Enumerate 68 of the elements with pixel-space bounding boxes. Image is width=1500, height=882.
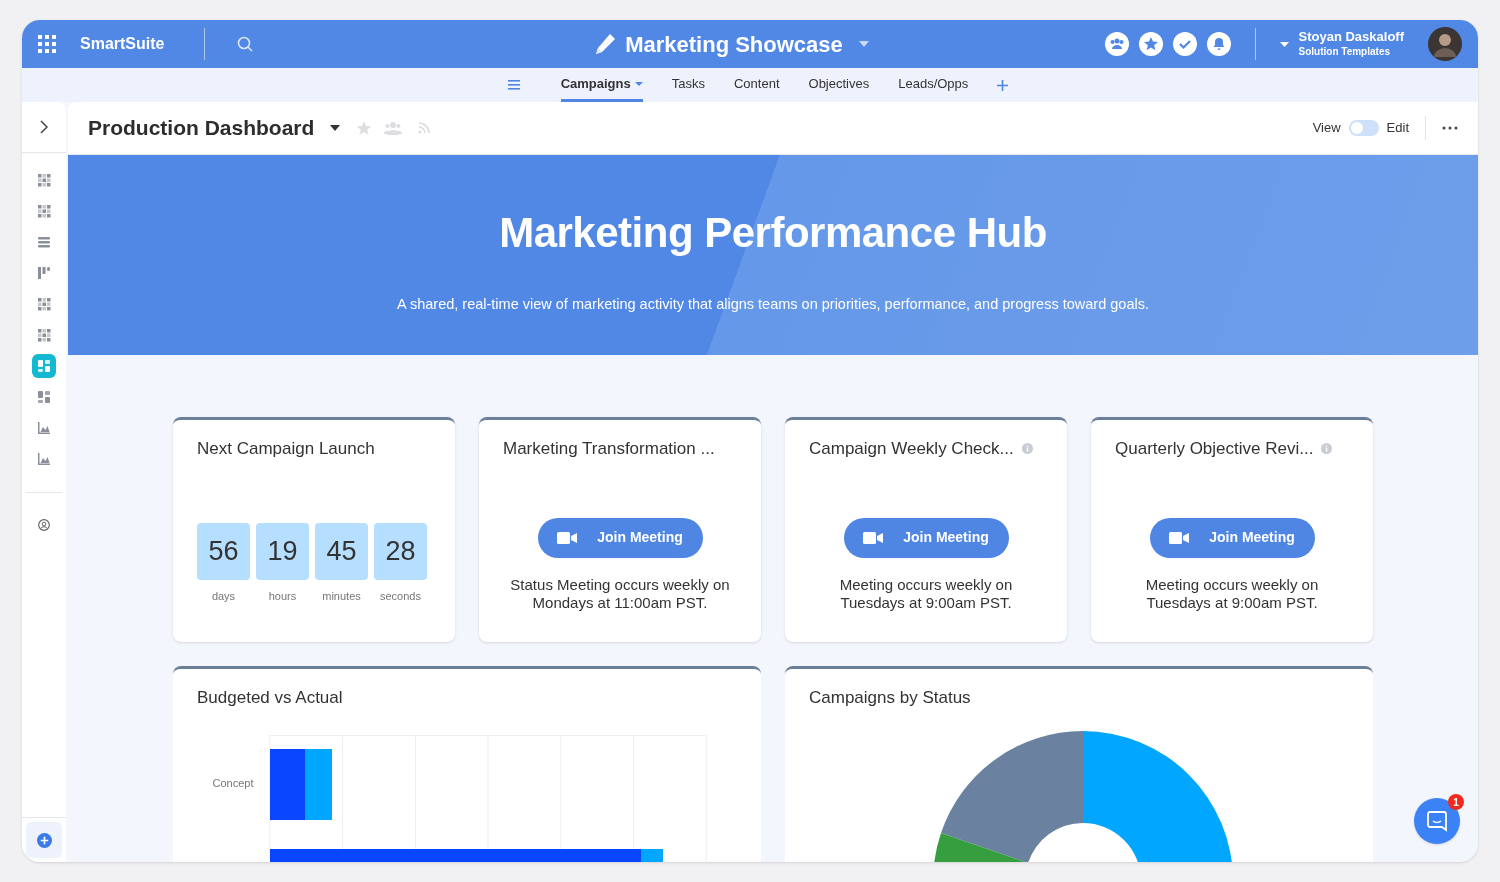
meeting-note: Meeting occurs weekly on Tuesdays at 9:00am PST.: [838, 575, 1014, 612]
chart-view-icon: [37, 452, 51, 466]
countdown-value: 19: [256, 522, 309, 580]
chart-bar: [270, 748, 305, 820]
lines-view-icon: [37, 235, 51, 249]
chart-view-icon: [37, 421, 51, 435]
check-icon[interactable]: [1172, 32, 1197, 56]
video-camera-icon: [1169, 531, 1190, 544]
chart-bar: [305, 748, 332, 820]
apps-grid-icon[interactable]: [38, 35, 56, 53]
add-icon[interactable]: [997, 79, 1009, 91]
user-name: Stoyan Daskaloff: [1298, 29, 1404, 44]
countdown-value: 28: [374, 522, 427, 580]
countdown-label: seconds: [380, 588, 421, 604]
module-tab[interactable]: Tasks: [671, 68, 705, 102]
join-meeting-button[interactable]: Join Meeting: [537, 517, 703, 558]
banner-title: Marketing Performance Hub: [499, 208, 1047, 258]
view-edit-toggle[interactable]: [1348, 120, 1379, 136]
countdown-label: minutes: [322, 588, 361, 604]
video-camera-icon: [863, 531, 884, 544]
card-title: Campaign Weekly Check...: [809, 438, 1014, 460]
card-title: Next Campaign Launch: [197, 438, 375, 460]
notification-badge: 1: [1448, 794, 1464, 810]
video-camera-icon: [557, 531, 578, 544]
grid-view-icon: [37, 204, 51, 218]
countdown-label: hours: [268, 588, 297, 604]
countdown-value: 45: [315, 522, 368, 580]
bar-label: Concept: [212, 775, 254, 791]
view-label: View: [1312, 119, 1341, 138]
module-tab[interactable]: Objectives: [808, 68, 870, 102]
people-icon[interactable]: [1104, 32, 1129, 56]
dashboard-view-icon: [37, 359, 51, 373]
meeting-note: Meeting occurs weekly on Tuesdays at 9:00am PST.: [1144, 575, 1320, 612]
module-tab[interactable]: Content: [733, 68, 780, 102]
countdown-label: days: [211, 588, 236, 604]
countdown-value: 56: [197, 522, 250, 580]
dashboard-view-icon: [37, 390, 51, 404]
caret-icon[interactable]: [330, 125, 341, 131]
grid-view-icon: [37, 328, 51, 342]
user-avatar[interactable]: [1428, 27, 1462, 61]
menu-icon[interactable]: [507, 80, 520, 90]
sidebar-item[interactable]: [32, 354, 56, 378]
pen-icon: [593, 32, 618, 56]
module-tab[interactable]: Leads/Opps: [898, 68, 969, 102]
grid-view-icon: [37, 297, 51, 311]
card-title: Quarterly Objective Revi...: [1115, 438, 1314, 460]
edit-label: Edit: [1386, 119, 1409, 138]
join-meeting-button[interactable]: Join Meeting: [1149, 517, 1315, 558]
bell-icon[interactable]: [1206, 32, 1231, 56]
expand-chevron-icon[interactable]: [40, 120, 48, 134]
join-meeting-button[interactable]: Join Meeting: [843, 517, 1009, 558]
chart-title: Budgeted vs Actual: [197, 687, 344, 709]
chart-title: Campaigns by Status: [809, 687, 972, 709]
search-icon[interactable]: [237, 36, 254, 52]
card-title: Marketing Transformation ...: [503, 438, 715, 460]
more-options-icon[interactable]: [1442, 126, 1458, 130]
meeting-note: Status Meeting occurs weekly on Mondays at 11:00am PST.: [509, 575, 731, 612]
kanban-view-icon: [37, 266, 51, 280]
grid-view-icon: [37, 173, 51, 187]
chat-button[interactable]: [1414, 798, 1460, 844]
banner-subtitle: A shared, real-time view of marketing activity that aligns teams on priorities, performance, and progress toward goals.: [397, 295, 1149, 314]
add-circle-icon[interactable]: [36, 832, 52, 848]
user-subtitle: Solution Templates: [1298, 45, 1391, 59]
caret-icon: [634, 81, 643, 86]
user-circle-icon[interactable]: [38, 519, 50, 531]
dashboard-title: Production Dashboard: [88, 115, 315, 142]
chat-icon: [1426, 810, 1448, 832]
star-icon[interactable]: [356, 120, 373, 136]
